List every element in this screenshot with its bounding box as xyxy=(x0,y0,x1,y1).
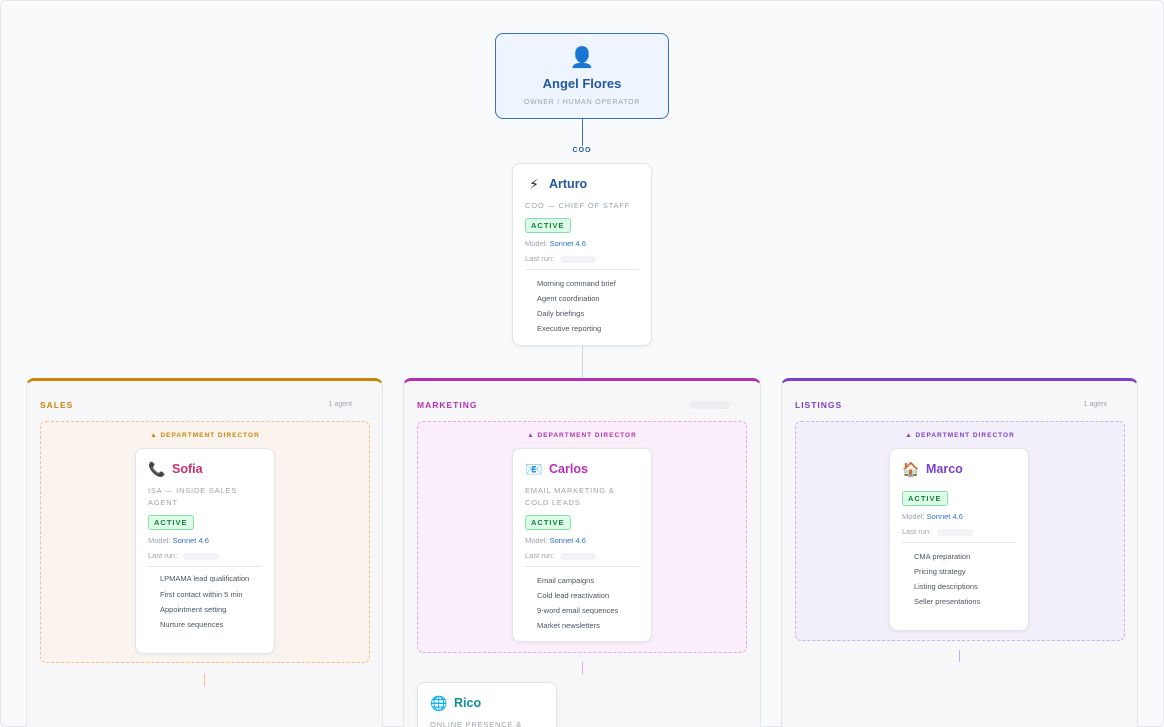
list-item: Market newsletters xyxy=(537,621,600,630)
divider xyxy=(148,566,262,567)
house-icon: 🏠 xyxy=(902,461,920,477)
model-row: Model: Sonnet 4.6 xyxy=(525,536,586,545)
last-run-row: Last run: xyxy=(525,551,639,560)
connector xyxy=(204,674,205,686)
agent-count: 1 agent xyxy=(328,401,352,408)
divider xyxy=(902,542,1016,543)
owner-name: Angel Flores xyxy=(542,76,622,91)
model-row: Model: Sonnet 4.6 xyxy=(148,536,209,545)
connector xyxy=(959,650,960,662)
agent-count xyxy=(690,401,730,409)
globe-icon: 🌐 xyxy=(430,695,448,711)
list-item: 9-word email sequences xyxy=(537,606,619,615)
director-label: ▲ DEPARTMENT DIRECTOR xyxy=(150,432,260,439)
model-value: Sonnet 4.6 xyxy=(549,239,586,248)
coo-connector xyxy=(582,346,583,378)
status-badge: ACTIVE xyxy=(148,515,194,530)
list-item: CMA preparation xyxy=(914,552,971,561)
agent-name: Marco xyxy=(926,462,963,476)
divider xyxy=(525,269,639,270)
director-label: ▲ DEPARTMENT DIRECTOR xyxy=(527,432,637,439)
person-icon: 👤 xyxy=(569,47,595,69)
agent-count: 1 agent xyxy=(1083,401,1107,408)
agent-name: Sofia xyxy=(172,462,203,476)
model-value: Sonnet 4.6 xyxy=(172,536,209,545)
lightning-icon: ⚡ xyxy=(529,176,539,192)
owner-card[interactable]: 👤 Angel Flores OWNER / HUMAN OPERATOR xyxy=(495,33,669,119)
agent-card-sofia[interactable]: 📞 Sofia ISA — INSIDE SALES AGENT ACTIVE … xyxy=(135,448,275,654)
agent-role: EMAIL MARKETING & COLD LEADS xyxy=(525,486,615,507)
agent-card-arturo[interactable]: ⚡ Arturo COO — CHIEF OF STAFF ACTIVE Mod… xyxy=(512,163,652,346)
phone-icon: 📞 xyxy=(148,461,166,477)
agent-role: ONLINE PRESENCE & xyxy=(430,720,522,727)
task-list: Email campaigns Cold lead reactivation 9… xyxy=(525,573,639,633)
list-item: Cold lead reactivation xyxy=(537,591,610,600)
last-run-row: Last run: xyxy=(902,527,1016,536)
owner-role: OWNER / HUMAN OPERATOR xyxy=(523,99,641,106)
email-icon: 📧 xyxy=(525,461,543,477)
status-badge: ACTIVE xyxy=(525,218,571,233)
model-row: Model: Sonnet 4.6 xyxy=(902,512,963,521)
list-item: Executive reporting xyxy=(537,324,602,333)
last-run-row: Last run: xyxy=(525,254,639,263)
model-value: Sonnet 4.6 xyxy=(549,536,586,545)
last-run-value xyxy=(183,552,220,560)
agent-card-carlos[interactable]: 📧 Carlos EMAIL MARKETING & COLD LEADS AC… xyxy=(512,448,652,642)
agent-card-rico[interactable]: 🌐 Rico ONLINE PRESENCE & xyxy=(417,682,557,727)
status-badge: ACTIVE xyxy=(902,491,948,506)
model-value: Sonnet 4.6 xyxy=(926,512,963,521)
owner-connector xyxy=(582,119,583,146)
department-title: SALES xyxy=(40,400,74,410)
list-item: Morning command brief xyxy=(537,279,616,288)
task-list: CMA preparation Pricing strategy Listing… xyxy=(902,549,1016,609)
task-list: LPMAMA lead qualification First contact … xyxy=(148,573,262,632)
department-title: LISTINGS xyxy=(795,400,843,410)
list-item: Seller presentations xyxy=(914,597,981,606)
list-item: Email campaigns xyxy=(537,576,595,585)
agent-card-marco[interactable]: 🏠 Marco ACTIVE Model: Sonnet 4.6 Last ru… xyxy=(889,448,1029,631)
list-item: Daily briefings xyxy=(537,309,585,318)
list-item: Agent coordination xyxy=(537,294,600,303)
last-run-value xyxy=(937,528,974,536)
department-title: MARKETING xyxy=(417,400,478,410)
last-run-value xyxy=(560,255,597,263)
agent-name: Carlos xyxy=(549,462,588,476)
coo-connector-label: COO xyxy=(572,147,592,154)
last-run-row: Last run: xyxy=(148,551,262,560)
divider xyxy=(525,566,639,567)
model-row: Model: Sonnet 4.6 xyxy=(525,239,586,248)
task-list: Morning command brief Agent coordination… xyxy=(525,276,639,336)
agent-role: ISA — INSIDE SALES AGENT xyxy=(148,486,238,507)
list-item: Listing descriptions xyxy=(914,582,978,591)
status-badge: ACTIVE xyxy=(525,515,571,530)
list-item: Pricing strategy xyxy=(914,567,966,576)
list-item: Appointment setting xyxy=(160,605,227,614)
connector xyxy=(582,662,583,674)
list-item: First contact within 5 min xyxy=(160,590,243,599)
agent-name: Rico xyxy=(454,696,482,710)
director-label: ▲ DEPARTMENT DIRECTOR xyxy=(905,432,1015,439)
last-run-value xyxy=(560,552,597,560)
list-item: LPMAMA lead qualification xyxy=(160,574,250,583)
agent-role: COO — CHIEF OF STAFF xyxy=(525,201,631,210)
agent-name: Arturo xyxy=(549,177,588,191)
list-item: Nurture sequences xyxy=(160,620,224,629)
